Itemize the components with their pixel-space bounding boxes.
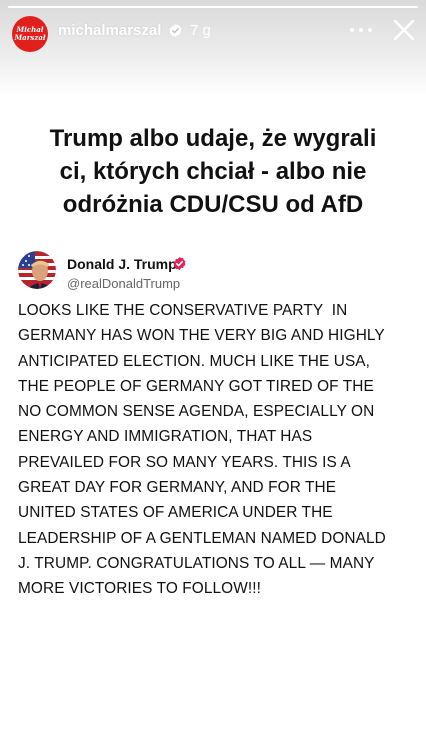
tweet-text-line: THE PEOPLE OF GERMANY GOT TIRED OF THE (18, 377, 374, 395)
tweet-text-line: GREAT DAY FOR GERMANY, AND FOR THE (18, 479, 337, 497)
tweet-text-line: PREVAILED FOR SO MANY YEARS. THIS IS A (18, 453, 351, 471)
story-time-ago: 7 g (190, 22, 211, 39)
tweet-text-line: GERMANY HAS WON THE VERY BIG AND HIGHLY (18, 327, 385, 345)
headline-line: odróżnia CDU/CSU od AfD (62, 191, 364, 218)
tweet-text-line: LOOKS LIKE THE CONSERVATIVE PARTY IN (18, 302, 348, 319)
story-progress-fill (8, 6, 418, 8)
tweet-author-name: Donald J. Trump (67, 256, 177, 272)
headline-line: Trump albo udaje, że wygrali (49, 125, 377, 152)
tweet-text-line: ENERGY AND IMMIGRATION, THAT HAS (18, 428, 313, 446)
tweet-author-handle: @realDonaldTrump (67, 276, 181, 291)
tweet-author-avatar (18, 251, 56, 289)
tweet-text-line: J. TRUMP. CONGRATULATIONS TO ALL — MANY (18, 554, 375, 572)
avatar-logo-line-2: Marszał (14, 33, 46, 42)
story-header-gradient (0, 0, 426, 96)
tweet-text-line: UNITED STATES OF AMERICA UNDER THE (18, 504, 333, 522)
headline-line: ci, których chciał - albo nie (59, 158, 367, 185)
tweet-text-line: LEADERSHIP OF A GENTLEMAN NAMED DONALD (18, 529, 386, 547)
tweet-text-line: ANTICIPATED ELECTION. MUCH LIKE THE USA, (18, 352, 371, 370)
tweet-text-line: NO COMMON SENSE AGENDA, ESPECIALLY ON (18, 403, 375, 421)
close-icon[interactable] (392, 18, 416, 42)
more-dots-icon[interactable] (350, 22, 372, 38)
story-headline: Trump albo udaje, że wygrali ci, których… (14, 122, 412, 221)
tweet-text-line: MORE VICTORIES TO FOLLOW!!! (18, 580, 262, 598)
story-progress-bar (8, 6, 418, 8)
tweet-verified-badge-icon (173, 256, 186, 271)
account-username[interactable]: michalmarszal (58, 22, 161, 39)
account-avatar[interactable]: Michał Marszał (12, 16, 48, 52)
verified-badge-icon (169, 23, 182, 38)
tweet-text: LOOKS LIKE THE CONSERVATIVE PARTY IN GER… (18, 298, 416, 602)
